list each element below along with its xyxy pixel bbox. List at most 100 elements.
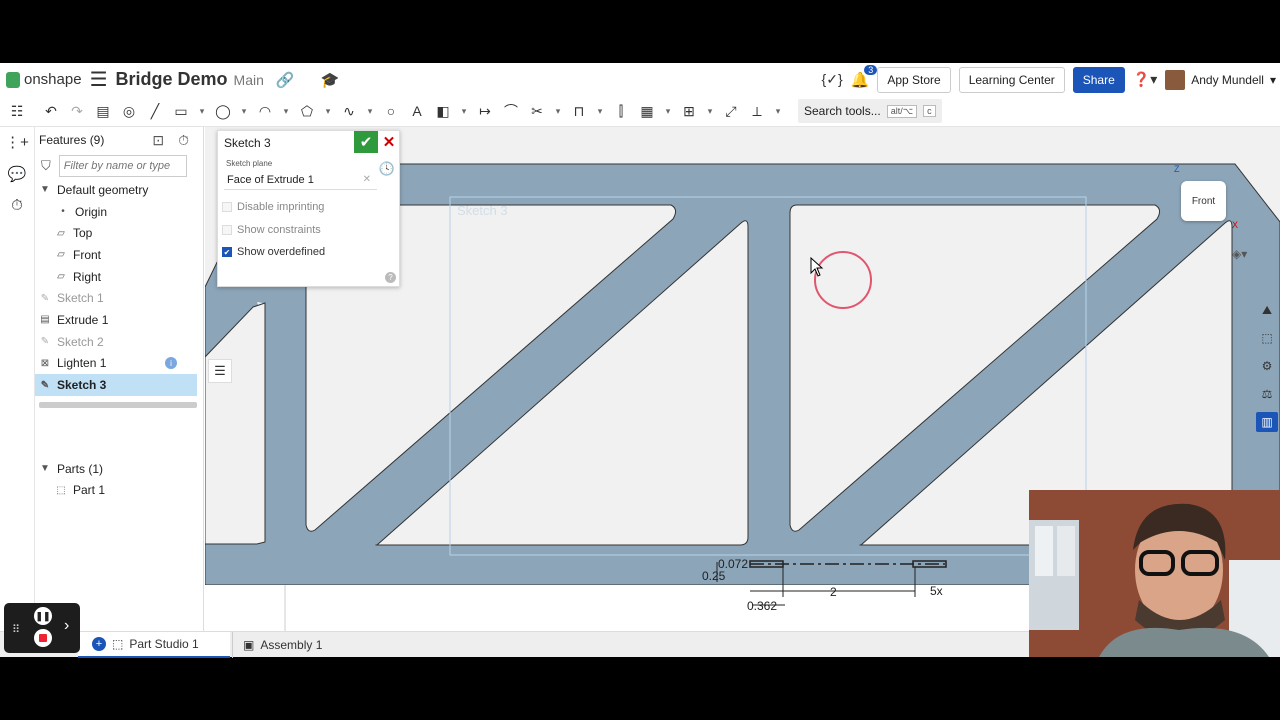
feature-list-icon[interactable]: ☷ [6, 100, 28, 122]
rollback-timer-icon[interactable]: ⏱ [178, 132, 189, 149]
sketch-plane-field[interactable]: Face of Extrude 1 ✕ [224, 170, 377, 190]
chevron-down-icon[interactable]: ▾ [280, 100, 292, 122]
chevron-down-icon[interactable]: ▾ [552, 100, 564, 122]
arc-tool-icon[interactable]: ◠ [254, 100, 276, 122]
history-icon[interactable]: ⏱ [11, 197, 23, 214]
mirror-tool-icon[interactable]: ⫿ [610, 100, 632, 122]
notifications-bell-icon[interactable]: 🔔 3 [851, 64, 878, 89]
show-constraints-option[interactable]: Show constraints [222, 219, 399, 242]
view-cube[interactable]: Front [1181, 181, 1226, 221]
chevron-down-icon[interactable]: ▾ [704, 100, 716, 122]
chevron-down-icon[interactable]: ▾ [322, 100, 334, 122]
tree-item-part-1[interactable]: ⬚ Part 1 [35, 480, 203, 502]
dimension-label[interactable]: 0.25 [702, 569, 726, 583]
add-tab-icon[interactable]: + [92, 636, 106, 651]
chevron-right-icon[interactable]: › [64, 617, 69, 635]
pause-icon[interactable]: ❚❚ [34, 607, 52, 625]
redo-icon[interactable]: ↷ [66, 100, 88, 122]
use-icon[interactable]: ◎ [118, 100, 140, 122]
default-geometry-group[interactable]: ▼ Default geometry [35, 179, 203, 201]
help-icon[interactable]: ❓▾ [1133, 71, 1157, 88]
info-icon[interactable]: i [165, 357, 177, 370]
disable-imprinting-option[interactable]: Disable imprinting [222, 196, 399, 219]
confirm-button[interactable]: ✔ [354, 131, 378, 153]
tree-item-lighten-1[interactable]: ⊠ Lighten 1 i [35, 353, 203, 375]
onshape-logo[interactable]: onshape [6, 71, 82, 88]
chevron-down-icon[interactable]: ▾ [772, 100, 784, 122]
tree-item-right[interactable]: ▱ Right [35, 266, 203, 288]
pattern-count-label[interactable]: 5x [930, 584, 943, 598]
clear-icon[interactable]: ✕ [363, 174, 371, 185]
point-tool-icon[interactable]: ○ [380, 100, 402, 122]
search-tools[interactable]: Search tools... alt/⌥ c [798, 99, 942, 123]
polygon-tool-icon[interactable]: ⬠ [296, 100, 318, 122]
offset-tool-icon[interactable]: ⊓ [568, 100, 590, 122]
chevron-down-icon[interactable]: ▾ [364, 100, 376, 122]
cancel-button[interactable]: ✕ [381, 131, 397, 153]
filter-icon[interactable]: ⛉ [41, 158, 51, 174]
dimension-tool-icon[interactable]: ↦ [474, 100, 496, 122]
app-store-button[interactable]: App Store [877, 66, 951, 93]
share-button[interactable]: Share [1072, 66, 1125, 93]
sketch-list-toggle-icon[interactable]: ☰ [208, 359, 232, 383]
pattern-tool-icon[interactable]: ▦ [636, 100, 658, 122]
tree-item-sketch-2[interactable]: ✎ Sketch 2 [35, 331, 203, 353]
measure-icon[interactable]: ⚖ [1256, 384, 1278, 404]
comments-icon[interactable]: 💬 [8, 165, 27, 183]
line-tool-icon[interactable]: ╱ [144, 100, 166, 122]
spline-tool-icon[interactable]: ∿ [338, 100, 360, 122]
tab-assembly-1[interactable]: ▣ Assembly 1 [232, 631, 332, 658]
chevron-down-icon[interactable]: ▾ [594, 100, 606, 122]
document-title[interactable]: Bridge Demo [116, 69, 228, 90]
filter-input[interactable] [58, 155, 187, 177]
transform-tool-icon[interactable]: ⤢ [720, 100, 742, 122]
variables-icon[interactable]: {✓} [822, 71, 843, 88]
dimension-label[interactable]: 2 [830, 585, 837, 599]
text-tool-icon[interactable]: A [406, 100, 428, 122]
dimension-label[interactable]: 0.362 [747, 599, 777, 613]
insert-dxf-icon[interactable]: ⊞ [678, 100, 700, 122]
learning-cap-icon[interactable]: 🎓 [321, 71, 340, 89]
tree-item-sketch-1[interactable]: ✎ Sketch 1 [35, 287, 203, 309]
branch-name[interactable]: Main [234, 72, 264, 88]
constraint-tool-icon[interactable]: ⟂ [746, 100, 768, 122]
chevron-down-icon[interactable]: ▾ [196, 100, 208, 122]
tree-item-extrude-1[interactable]: ▤ Extrude 1 [35, 309, 203, 331]
rectangle-tool-icon[interactable]: ▭ [170, 100, 192, 122]
tree-item-sketch-3[interactable]: ✎ Sketch 3 [35, 374, 197, 396]
chevron-down-icon[interactable]: ▾ [662, 100, 674, 122]
drag-handle-icon[interactable]: ⠿ [12, 623, 20, 636]
checkbox[interactable] [222, 224, 232, 235]
undo-icon[interactable]: ↶ [40, 100, 62, 122]
variables-table-icon[interactable]: ▥ [1256, 412, 1278, 432]
help-icon[interactable]: ? [385, 272, 396, 283]
parts-icon[interactable]: ⬚ [1256, 328, 1278, 348]
user-menu[interactable]: Andy Mundell ▾ [1165, 69, 1276, 90]
chevron-down-icon[interactable]: ▾ [238, 100, 250, 122]
link-icon[interactable]: 🔗 [276, 71, 295, 89]
fillet-tool-icon[interactable]: ⌒ [500, 100, 522, 122]
hamburger-menu-icon[interactable]: ☰ [90, 67, 108, 92]
tree-item-top[interactable]: ▱ Top [35, 222, 203, 244]
checkbox[interactable] [222, 202, 232, 213]
trim-tool-icon[interactable]: ✂ [526, 100, 548, 122]
appearance-icon[interactable]: ⛰ [1256, 300, 1278, 320]
tab-part-studio-1[interactable]: + ⬚ Part Studio 1 [78, 631, 230, 658]
display-mode-icon[interactable]: ◈▾ [1232, 247, 1247, 261]
tree-item-front[interactable]: ▱ Front [35, 244, 203, 266]
logo-text: onshape [24, 71, 82, 88]
view-normal-icon[interactable]: ▤ [92, 100, 114, 122]
construction-icon[interactable]: ◧ [432, 100, 454, 122]
show-overdefined-option[interactable]: ✔ Show overdefined [222, 241, 399, 264]
features-tree-icon[interactable]: ⋮+ [5, 133, 29, 151]
history-icon[interactable]: 🕓 [379, 161, 395, 177]
chevron-down-icon[interactable]: ▾ [458, 100, 470, 122]
stop-recording-icon[interactable] [34, 629, 52, 647]
configurations-icon[interactable]: ⚙ [1256, 356, 1278, 376]
parts-group[interactable]: ▼ Parts (1) [35, 458, 203, 480]
tree-item-origin[interactable]: • Origin [35, 201, 203, 223]
circle-tool-icon[interactable]: ◯ [212, 100, 234, 122]
add-folder-icon[interactable]: ⊡ [152, 132, 164, 149]
learning-center-button[interactable]: Learning Center [958, 66, 1065, 93]
checkbox-checked[interactable]: ✔ [222, 247, 232, 258]
